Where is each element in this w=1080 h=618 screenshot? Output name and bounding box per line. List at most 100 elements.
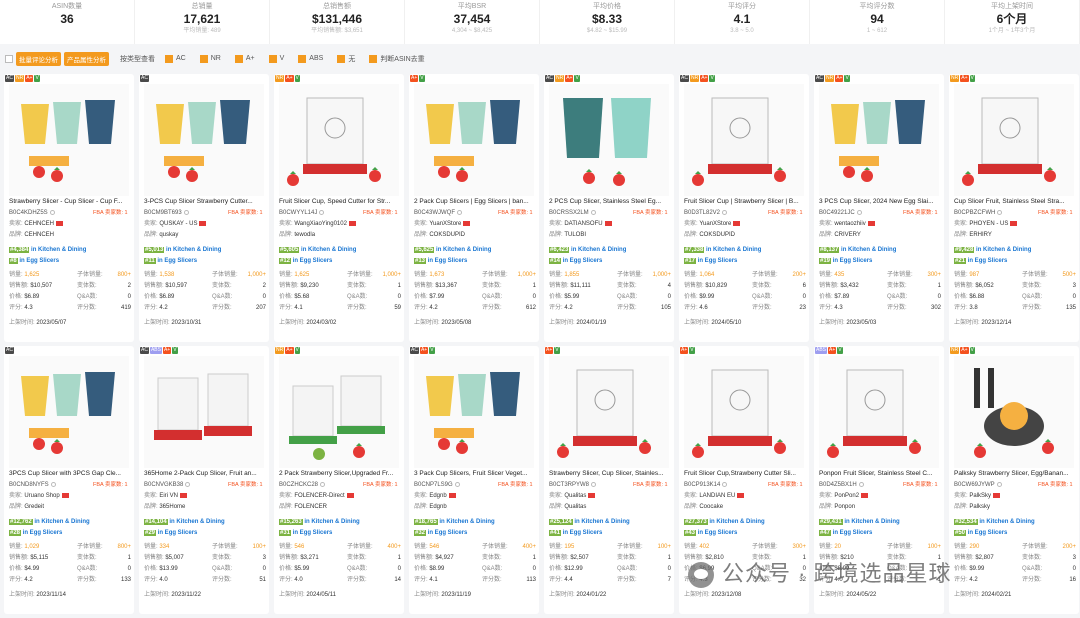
asin[interactable]: B0C49221JC — [819, 210, 855, 216]
asin[interactable]: B0CP913K14 — [684, 482, 720, 488]
filter-checkbox[interactable] — [268, 54, 277, 63]
product-image[interactable] — [684, 84, 804, 196]
copy-icon[interactable] — [591, 481, 597, 487]
product-card[interactable]: NR A+ V 2 Pack Strawberry Slicer,Upgraded F… — [274, 346, 404, 614]
asin[interactable]: B0CPBZCFWH — [954, 210, 995, 216]
product-card[interactable]: AC NR A+ V 3 PCS Cup Slicer, 2024 New Egg Sl… — [814, 74, 944, 342]
filter-checkbox[interactable] — [199, 54, 208, 63]
copy-icon[interactable] — [320, 481, 326, 487]
brand-name[interactable]: Ponpon — [834, 504, 855, 510]
subrank-category[interactable]: in Egg Slicers — [428, 258, 468, 264]
seller-name[interactable]: LANDIAN EU — [699, 493, 735, 499]
filter-checkbox[interactable] — [234, 54, 243, 63]
asin[interactable]: B0CT3RPYW8 — [549, 482, 589, 488]
brand-name[interactable]: quskay — [159, 232, 178, 238]
product-card[interactable]: NR A+ V Palksky Strawberry Slicer, Egg/Bana… — [949, 346, 1079, 614]
brand-name[interactable]: Coocake — [699, 504, 723, 510]
seller-name[interactable]: YuanXStore — [429, 221, 461, 227]
seller-name[interactable]: FOLENCER-Direct — [294, 493, 344, 499]
subrank-category[interactable]: in Egg Slicers — [833, 258, 873, 264]
product-image[interactable] — [954, 356, 1074, 468]
copy-icon[interactable] — [858, 481, 864, 487]
product-title[interactable]: Fruit Slicer Cup | Strawberry Slicer | B… — [684, 198, 806, 205]
product-card[interactable]: NR A+ V Cup Slicer Fruit, Stainless Steel S… — [949, 74, 1079, 342]
filter-checkbox[interactable] — [298, 54, 307, 63]
asin[interactable]: B0CW69JYWP — [954, 482, 995, 488]
product-image[interactable] — [549, 356, 669, 468]
review-analysis-button[interactable]: 批量评论分析 — [16, 52, 61, 66]
subrank-category[interactable]: in Egg Slicers — [293, 258, 333, 264]
asin[interactable]: B0CNVGKB38 — [144, 482, 183, 488]
seller-name[interactable]: PalkSky — [969, 493, 991, 499]
subrank-category[interactable]: in Egg Slicers — [428, 530, 468, 536]
brand-name[interactable]: ERHIRY — [969, 232, 992, 238]
filter-checkbox[interactable] — [369, 54, 378, 63]
product-image[interactable] — [279, 356, 399, 468]
rank-category[interactable]: in Kitchen & Dining — [709, 519, 764, 525]
product-title[interactable]: 3-PCS Cup Slicer Strawberry Cutter... — [144, 198, 266, 205]
asin[interactable]: B0CM9BT693 — [144, 210, 182, 216]
asin[interactable]: B0CZHCKC28 — [279, 482, 318, 488]
copy-icon[interactable] — [50, 481, 56, 487]
copy-icon[interactable] — [457, 209, 463, 215]
seller-name[interactable]: YuanXStore — [699, 221, 731, 227]
rank-category[interactable]: in Kitchen & Dining — [844, 519, 899, 525]
product-card[interactable]: AC 3-PCS Cup Slicer Strawberry Cutter... B… — [139, 74, 269, 342]
select-all-checkbox[interactable] — [5, 55, 13, 63]
filter-option[interactable]: A+ — [234, 54, 255, 63]
rank-category[interactable]: in Kitchen & Dining — [304, 519, 359, 525]
subrank-category[interactable]: in Egg Slicers — [968, 258, 1008, 264]
seller-name[interactable]: QUSKAY - US — [159, 221, 197, 227]
subrank-category[interactable]: in Egg Slicers — [698, 258, 738, 264]
subrank-category[interactable]: in Egg Slicers — [968, 530, 1008, 536]
product-card[interactable]: NR A+ V Fruit Slicer Cup, Speed Cutter for … — [274, 74, 404, 342]
seller-name[interactable]: Eiri VN — [159, 493, 178, 499]
brand-name[interactable]: Edgnb — [429, 504, 446, 510]
subrank-category[interactable]: in Egg Slicers — [157, 258, 197, 264]
product-image[interactable] — [819, 356, 939, 468]
product-card[interactable]: A+ V Strawberry Slicer, Cup Slicer, Stainl… — [544, 346, 674, 614]
rank-category[interactable]: in Kitchen & Dining — [301, 247, 356, 253]
copy-icon[interactable] — [183, 209, 189, 215]
copy-icon[interactable] — [997, 209, 1003, 215]
product-title[interactable]: Palksky Strawberry Slicer, Egg/Banan... — [954, 470, 1076, 477]
product-title[interactable]: 3 PCS Cup Slicer, 2024 New Egg Slai... — [819, 198, 941, 205]
subrank-category[interactable]: in Egg Slicers — [563, 530, 603, 536]
filter-checkbox[interactable] — [337, 54, 346, 63]
brand-name[interactable]: tewodla — [294, 232, 315, 238]
asin[interactable]: B0D3TL82V2 — [684, 210, 720, 216]
product-card[interactable]: AC NR A+ V Fruit Slicer Cup | Strawberry Sli… — [679, 74, 809, 342]
brand-name[interactable]: CRIVERY — [834, 232, 861, 238]
asin[interactable]: B0C4KDHZ5S — [9, 210, 48, 216]
product-image[interactable] — [954, 84, 1074, 196]
product-title[interactable]: Strawberry Slicer - Cup Slicer - Cup F..… — [9, 198, 131, 205]
product-card[interactable]: AC NR A+ V 2 PCS Cup Slicer, Stainless Steel… — [544, 74, 674, 342]
brand-name[interactable]: TULOBI — [564, 232, 586, 238]
copy-icon[interactable] — [590, 209, 596, 215]
asin[interactable]: B0CWYYL14J — [279, 210, 317, 216]
copy-icon[interactable] — [49, 209, 55, 215]
brand-name[interactable]: Gredeit — [24, 504, 44, 510]
rank-category[interactable]: in Kitchen & Dining — [34, 519, 89, 525]
brand-name[interactable]: COKSDUPID — [699, 232, 735, 238]
product-image[interactable] — [414, 356, 534, 468]
brand-name[interactable]: COKSDUPID — [429, 232, 465, 238]
filter-option[interactable]: V — [268, 54, 284, 63]
asin[interactable]: B0CRSSX2LM — [549, 210, 589, 216]
product-card[interactable]: AC 3PCS Cup Slicer with 3PCS Gap Cle... B0… — [4, 346, 134, 614]
asin[interactable]: B0C43WJWQF — [414, 210, 455, 216]
filter-option[interactable]: AC — [165, 54, 186, 63]
product-image[interactable] — [9, 84, 129, 196]
seller-name[interactable]: PHOYEN - US — [969, 221, 1008, 227]
brand-name[interactable]: 365Home — [159, 504, 185, 510]
product-title[interactable]: Fruit Slicer Cup,Strawberry Cutter Sli..… — [684, 470, 806, 477]
product-title[interactable]: 2 Pack Strawberry Slicer,Upgraded Fr... — [279, 470, 401, 477]
copy-icon[interactable] — [722, 481, 728, 487]
rank-category[interactable]: in Kitchen & Dining — [979, 519, 1034, 525]
product-card[interactable]: AC A+ V 3 Pack Cup Slicers, Fruit Slicer Ve… — [409, 346, 539, 614]
brand-name[interactable]: CEHNCEH — [24, 232, 54, 238]
seller-name[interactable]: Uruano Shop — [24, 493, 59, 499]
copy-icon[interactable] — [722, 209, 728, 215]
subrank-category[interactable]: in Egg Slicers — [19, 258, 59, 264]
product-title[interactable]: Strawberry Slicer, Cup Slicer, Stainles.… — [549, 470, 671, 477]
